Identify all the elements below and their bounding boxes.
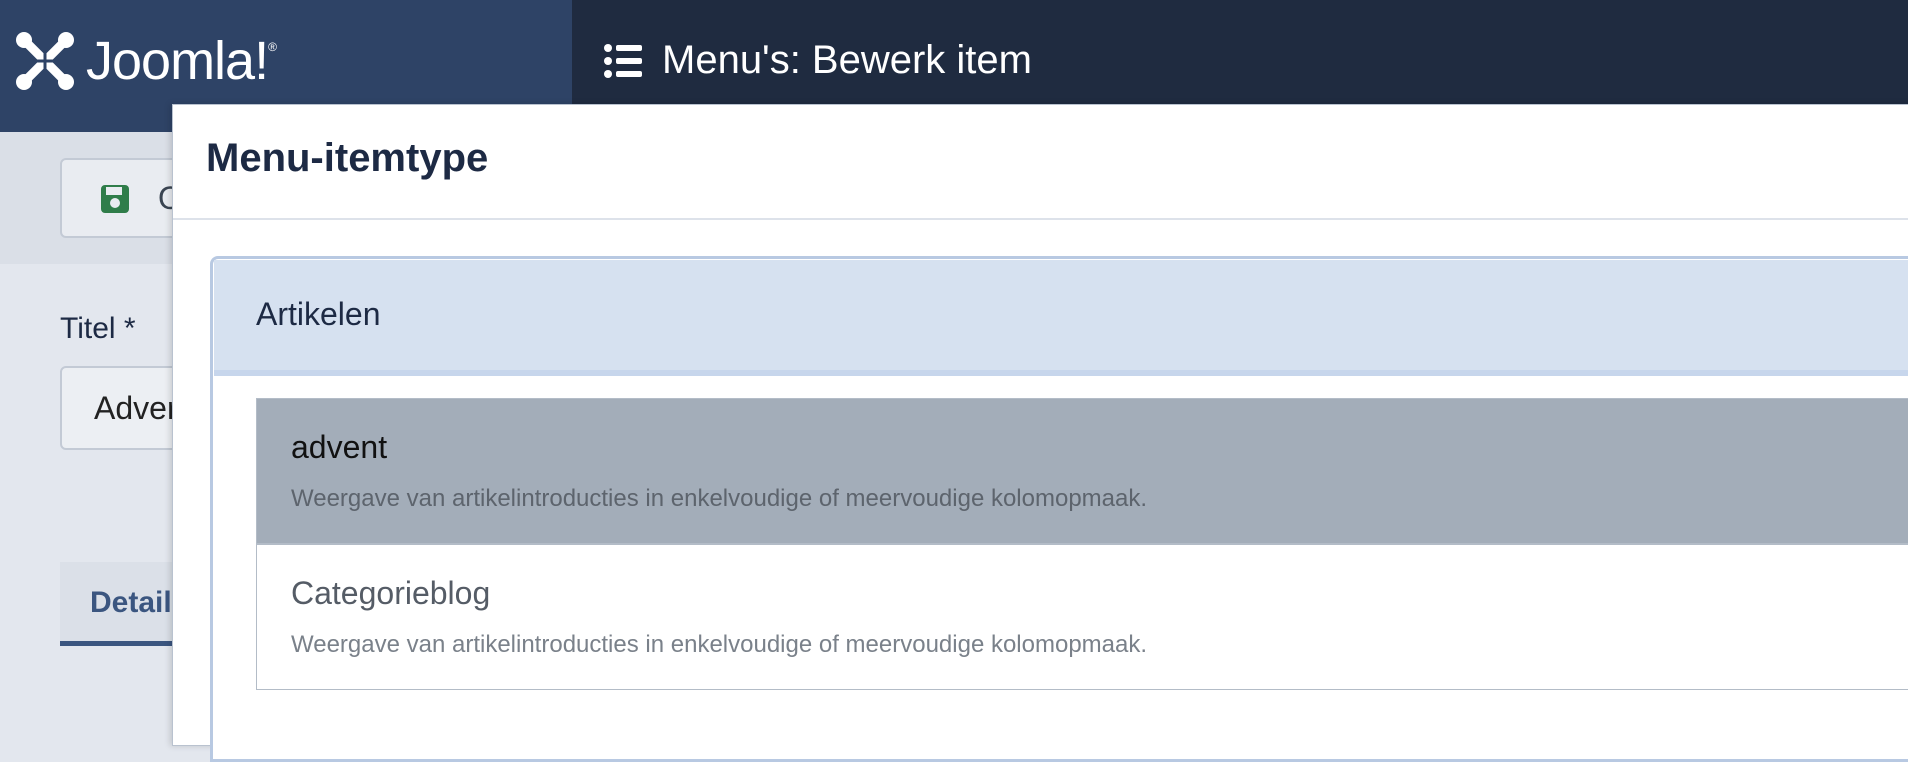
modal-divider (173, 218, 1908, 220)
title-input-value: Adver (94, 390, 178, 426)
list-item-description: Weergave van artikelintroducties in enke… (291, 485, 1148, 512)
accordion-header-label: Artikelen (256, 296, 381, 332)
list-item-title: Categorieblog (291, 575, 491, 611)
list-item-categorieblog[interactable]: Categorieblog Weergave van artikelintrod… (256, 544, 1908, 690)
tab-details-label: Detail (90, 586, 172, 619)
accordion-header-artikelen[interactable]: Artikelen (214, 260, 1908, 376)
joomla-logo-icon (16, 32, 74, 90)
modal-title: Menu-itemtype (206, 136, 489, 180)
logo-text: Joomla! (86, 31, 269, 91)
page-title: Menu's: Bewerk item (662, 38, 1032, 82)
registered-mark: ® (268, 40, 277, 54)
joomla-logo[interactable]: Joomla! ® (14, 30, 277, 92)
list-icon (604, 43, 642, 78)
save-icon (101, 185, 129, 213)
list-item-description: Weergave van artikelintroducties in enke… (291, 631, 1148, 658)
title-field-label: Titel * (60, 312, 136, 345)
list-item-title: advent (291, 429, 388, 465)
list-item-advent[interactable]: advent Weergave van artikelintroducties … (256, 398, 1908, 544)
page-header: Menu's: Bewerk item (604, 38, 1032, 83)
